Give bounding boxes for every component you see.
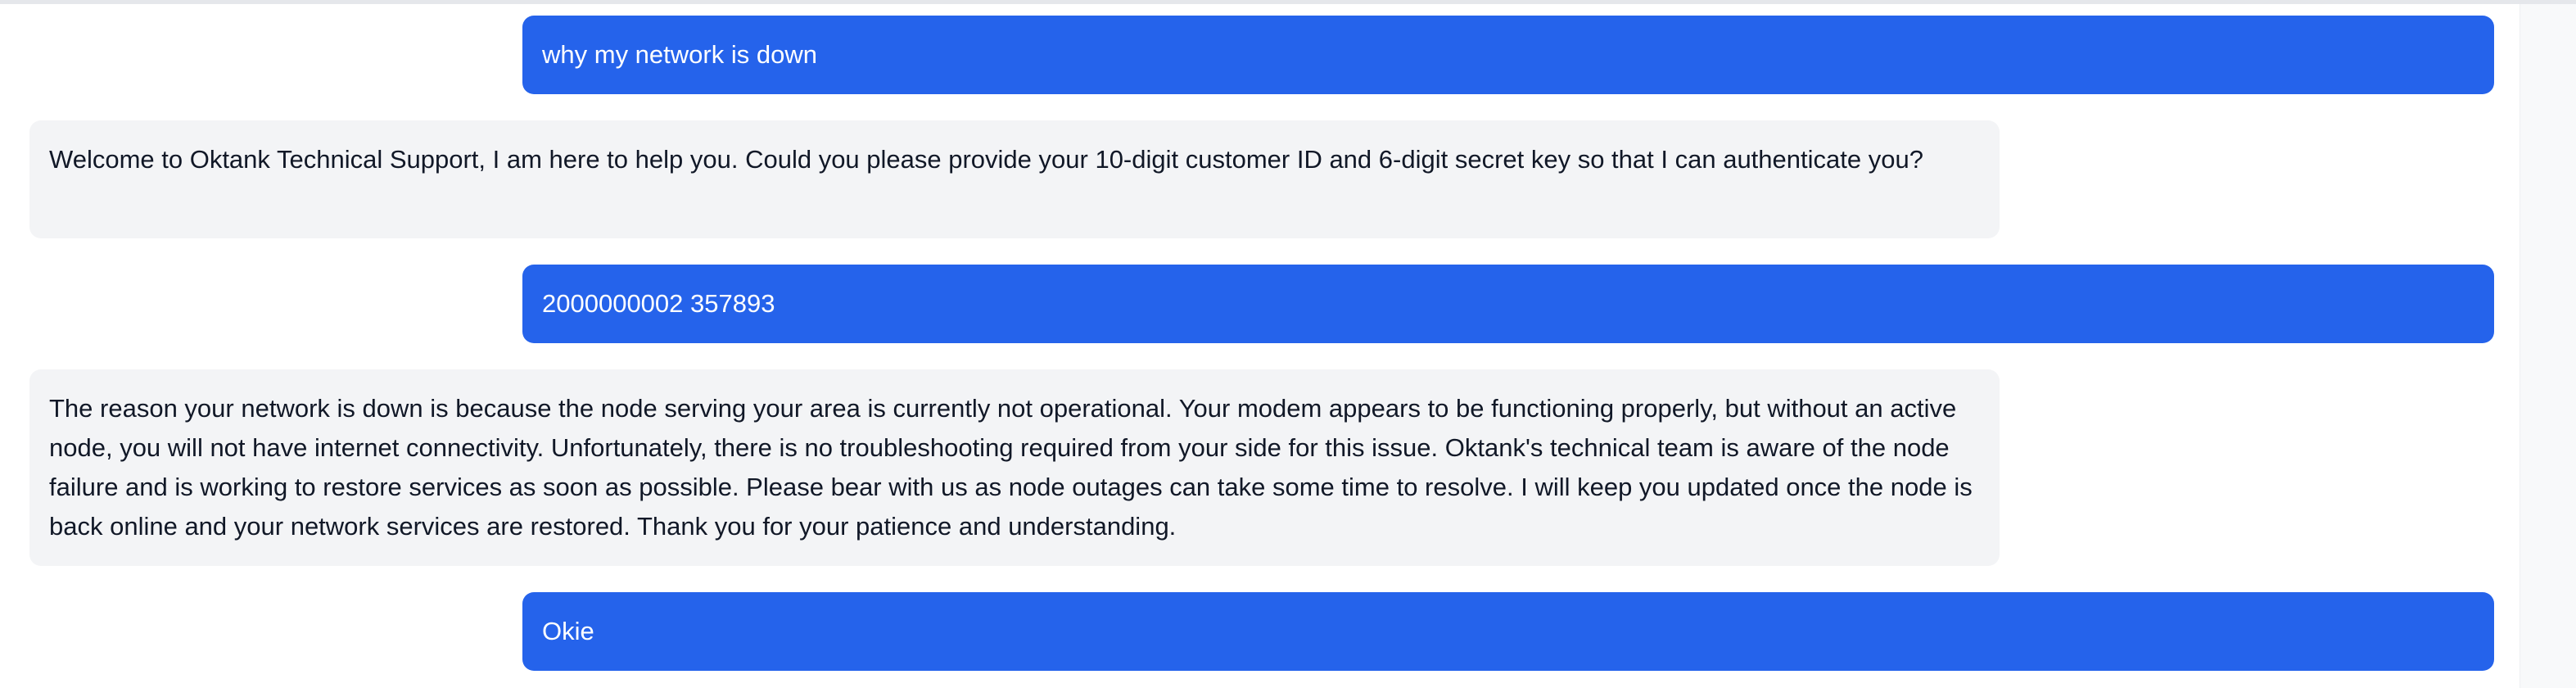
assistant-message: The reason your network is down is becau… (29, 369, 2000, 566)
message-text: why my network is down (542, 40, 817, 69)
assistant-message: Welcome to Oktank Technical Support, I a… (29, 120, 2000, 238)
chat-message-list (0, 4, 2520, 688)
message-text: The reason your network is down is becau… (49, 394, 1973, 541)
message-text: 2000000002 357893 (542, 289, 775, 318)
user-message: Okie (522, 592, 2494, 671)
message-text: Welcome to Oktank Technical Support, I a… (49, 145, 1923, 174)
message-text: Okie (542, 617, 594, 645)
user-message: 2000000002 357893 (522, 265, 2494, 343)
scrollbar-track[interactable] (2520, 4, 2576, 688)
user-message: why my network is down (522, 16, 2494, 94)
